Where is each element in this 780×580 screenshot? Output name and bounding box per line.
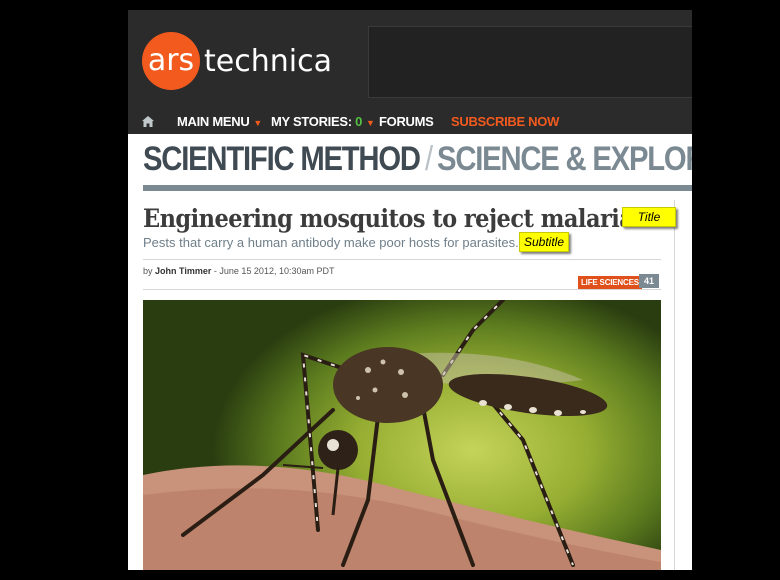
nav-forums[interactable]: FORUMS bbox=[379, 114, 434, 129]
byline-divider-bottom bbox=[143, 289, 661, 290]
chevron-down-icon: ▼ bbox=[253, 118, 263, 128]
home-icon[interactable] bbox=[142, 115, 154, 130]
banner-ad-slot bbox=[368, 26, 692, 98]
nav-my-stories[interactable]: MY STORIES: 0 ▼ bbox=[271, 114, 375, 129]
my-stories-count: 0 bbox=[355, 114, 362, 129]
nav-main-menu-label: MAIN MENU bbox=[177, 114, 250, 129]
nav-subscribe[interactable]: SUBSCRIBE NOW bbox=[451, 114, 559, 129]
column-divider bbox=[674, 200, 675, 570]
publish-date: - June 15 2012, 10:30am PDT bbox=[213, 266, 335, 276]
section-sub-link[interactable]: SCIENCE & EXPLORATION bbox=[437, 140, 692, 178]
section-separator: / bbox=[424, 140, 433, 178]
section-main-link[interactable]: SCIENTIFIC METHOD bbox=[143, 140, 421, 178]
main-nav: MAIN MENU ▼ MY STORIES: 0 ▼ FORUMS SUBSCRI… bbox=[128, 110, 692, 134]
site-header: ars technica bbox=[128, 10, 692, 110]
article-title: Engineering mosquitos to reject malaria bbox=[143, 204, 634, 233]
article-subtitle: Pests that carry a human antibody make p… bbox=[143, 235, 519, 250]
byline-divider-top bbox=[143, 259, 661, 260]
section-divider bbox=[143, 185, 692, 191]
chevron-down-icon: ▼ bbox=[366, 118, 375, 128]
byline: by John Timmer - June 15 2012, 10:30am P… bbox=[143, 266, 334, 276]
subtitle-annotation: Subtitle bbox=[519, 232, 570, 252]
category-tag[interactable]: LIFE SCIENCES bbox=[578, 276, 642, 289]
byline-prefix: by bbox=[143, 266, 153, 276]
mosquito-illustration bbox=[143, 300, 661, 570]
browser-page: ars technica MAIN MENU ▼ MY STORIES: 0 ▼ F… bbox=[128, 10, 692, 570]
site-logo[interactable]: ars technica bbox=[142, 32, 332, 90]
nav-main-menu[interactable]: MAIN MENU ▼ bbox=[177, 114, 262, 129]
logo-wordmark: technica bbox=[204, 43, 332, 79]
article-photo bbox=[143, 300, 661, 570]
logo-circle: ars bbox=[142, 32, 200, 90]
title-annotation: Title bbox=[622, 207, 676, 227]
comment-count-badge[interactable]: 41 bbox=[639, 274, 659, 288]
section-header: SCIENTIFIC METHOD/SCIENCE & EXPLORATION bbox=[143, 140, 692, 179]
author-link[interactable]: John Timmer bbox=[155, 266, 211, 276]
nav-my-stories-label: MY STORIES: bbox=[271, 114, 352, 129]
